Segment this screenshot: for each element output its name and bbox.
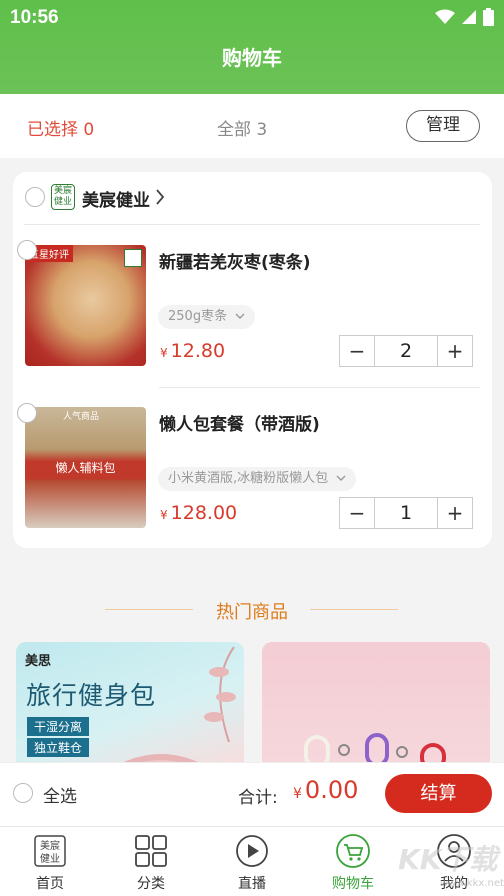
store-logo: 美宸健业 <box>51 184 75 210</box>
battery-icon <box>483 8 494 26</box>
chevron-down-icon <box>336 475 346 481</box>
currency-symbol: ¥ <box>293 786 302 802</box>
decrement-button[interactable]: − <box>340 498 374 528</box>
item-select-radio[interactable] <box>17 240 37 260</box>
variant-label: 250g枣条 <box>168 309 228 324</box>
quantity-stepper[interactable]: − 1 + <box>339 497 473 529</box>
variant-label: 小米黄酒版,冰糖粉版懒人包 <box>168 471 329 486</box>
currency-symbol: ¥ <box>160 508 168 522</box>
decrement-button[interactable]: − <box>340 336 374 366</box>
signal-icon <box>462 10 476 24</box>
tab-live[interactable]: 直播 <box>202 827 302 896</box>
selected-count: 已选择 0 <box>27 120 95 140</box>
tab-label: 首页 <box>36 876 64 892</box>
tab-home[interactable]: 美宸 健业 首页 <box>0 827 100 896</box>
wifi-icon <box>435 9 455 24</box>
chevron-down-icon <box>235 313 245 319</box>
store-divider <box>24 224 480 225</box>
item-select-radio[interactable] <box>17 403 37 423</box>
product-price: ¥128.00 <box>160 502 237 524</box>
watermark: KK下载 <box>398 843 498 876</box>
product-thumbnail[interactable]: 人气商品 懒人辅料包 <box>25 407 146 528</box>
increment-button[interactable]: + <box>438 498 472 528</box>
promo-title: 旅行健身包 <box>26 681 157 710</box>
select-all-label[interactable]: 全选 <box>43 782 77 807</box>
currency-symbol: ¥ <box>160 346 168 360</box>
product-name[interactable]: 新疆若羌灰枣(枣条) <box>159 248 311 273</box>
checkout-button[interactable]: 结算 <box>385 774 492 813</box>
price-value: 128.00 <box>170 502 238 524</box>
status-icons <box>435 8 494 26</box>
chevron-right-icon[interactable] <box>155 188 165 206</box>
promo-card[interactable]: 美思 旅行健身包 干湿分离 独立鞋仓 <box>16 642 244 762</box>
select-all-radio[interactable] <box>13 783 33 803</box>
tab-category[interactable]: 分类 <box>101 827 201 896</box>
grid-icon <box>135 835 167 867</box>
watermark-site: www.kkx.net <box>440 878 504 889</box>
section-line-right <box>310 609 398 610</box>
product-badge: 人气商品 <box>63 412 100 422</box>
svg-text:美宸: 美宸 <box>40 839 60 852</box>
quantity-value[interactable]: 1 <box>374 498 438 528</box>
bag-image-icon <box>124 754 198 762</box>
app-header: 10:56 购物车 <box>0 0 504 94</box>
manage-button[interactable]: 管理 <box>406 110 480 142</box>
leaf-decoration-icon <box>204 646 236 743</box>
status-time: 10:56 <box>10 7 59 28</box>
svg-text:健业: 健业 <box>40 853 60 865</box>
promo-tag: 干湿分离 <box>27 717 90 736</box>
product-thumbnail[interactable]: 五星好评 <box>25 245 146 366</box>
tab-label: 分类 <box>137 876 165 892</box>
increment-button[interactable]: + <box>438 336 472 366</box>
quantity-value[interactable]: 2 <box>374 336 438 366</box>
product-name[interactable]: 懒人包套餐（带酒版) <box>159 410 320 435</box>
promo-brand: 美思 <box>25 654 52 669</box>
total-count: 全部 3 <box>217 120 268 140</box>
total-value: 0.00 <box>304 776 359 804</box>
page-title: 购物车 <box>222 46 282 70</box>
quantity-stepper[interactable]: − 2 + <box>339 335 473 367</box>
product-rings-icon <box>304 733 446 762</box>
brand-mark-icon <box>124 249 142 267</box>
home-logo-icon: 美宸健业 <box>34 835 66 867</box>
variant-selector[interactable]: 250g枣条 <box>158 305 256 329</box>
variant-selector[interactable]: 小米黄酒版,冰糖粉版懒人包 <box>158 467 357 491</box>
play-icon <box>236 835 268 867</box>
total-label: 合计: <box>238 788 278 808</box>
tab-label: 购物车 <box>332 876 374 892</box>
total-amount: ¥0.00 <box>293 776 358 804</box>
tab-cart[interactable]: 购物车 <box>303 827 403 896</box>
promo-tag: 独立鞋仓 <box>27 738 90 757</box>
item-divider <box>159 387 480 388</box>
tab-label: 直播 <box>238 876 266 892</box>
store-name[interactable]: 美宸健业 <box>82 186 150 211</box>
cart-icon <box>336 834 370 868</box>
product-price: ¥12.80 <box>160 340 225 362</box>
price-value: 12.80 <box>170 340 226 362</box>
promo-card[interactable] <box>262 642 490 762</box>
store-select-radio[interactable] <box>25 187 45 207</box>
hot-products-title: 热门商品 <box>216 602 288 623</box>
product-banner: 懒人辅料包 <box>55 461 116 475</box>
